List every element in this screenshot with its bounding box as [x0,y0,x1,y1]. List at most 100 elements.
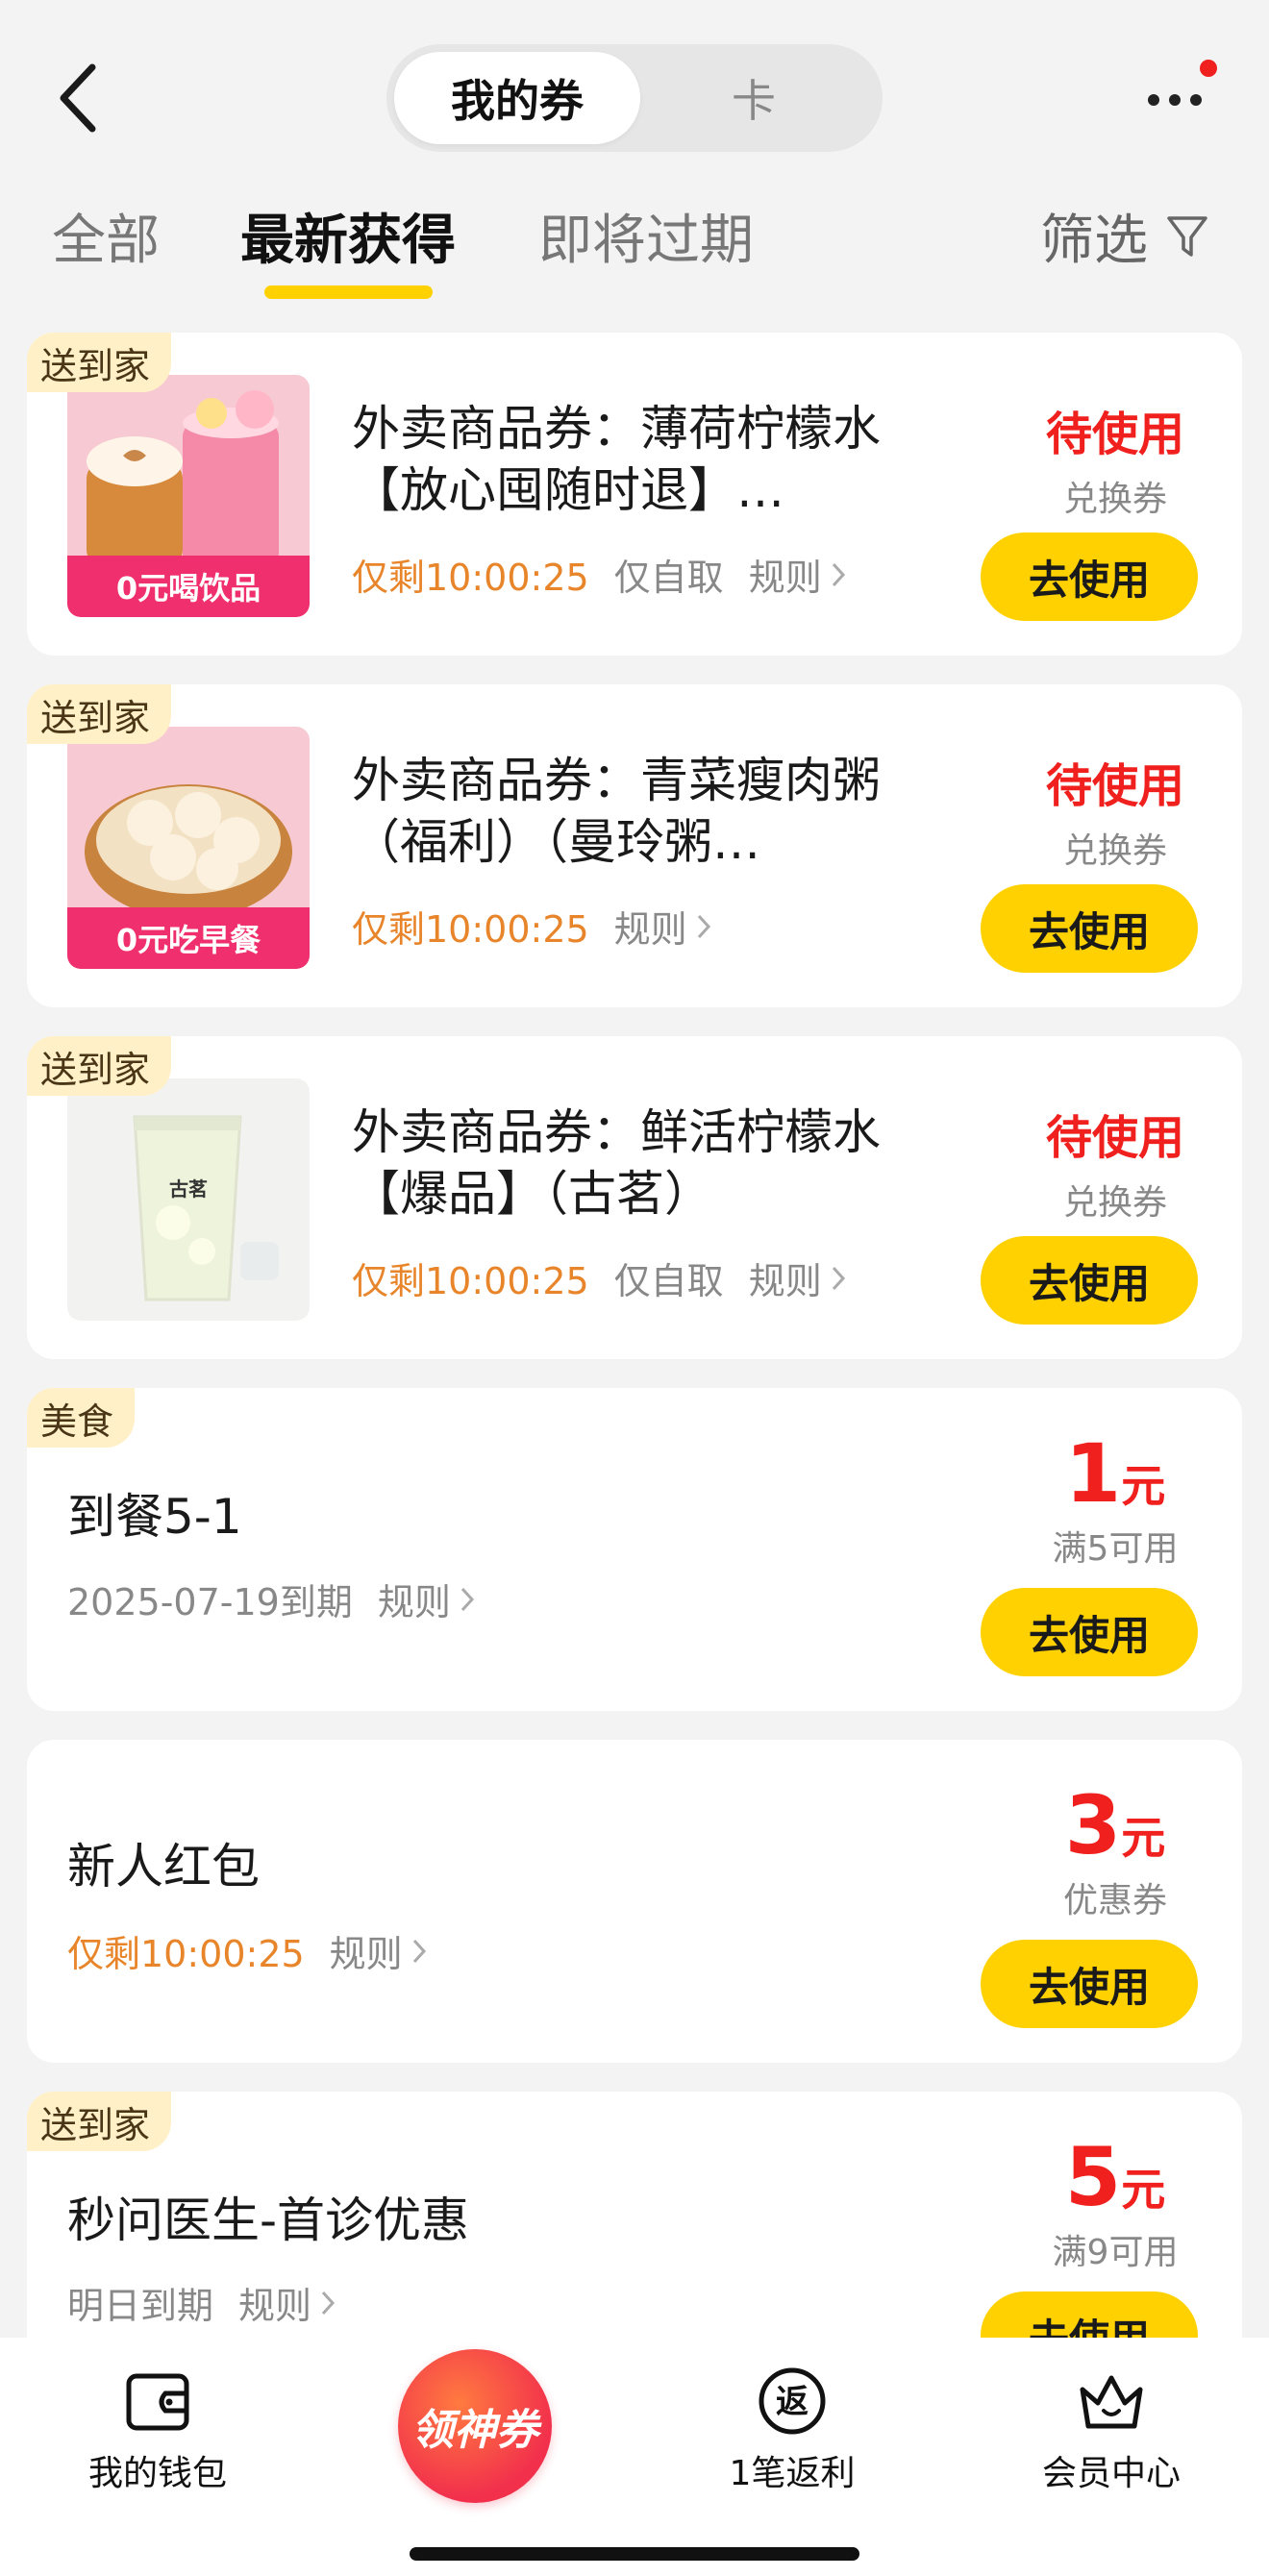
nav-rebate[interactable]: 返 1笔返利 [677,2363,908,2495]
category-tag: 送到家 [27,333,172,392]
pickup-text: 仅自取 [613,557,724,599]
status-text: 待使用 [1045,759,1184,813]
coupon-type: 兑换券 [1062,1183,1167,1223]
coupon-meta: 仅剩10:00:25 规则 [67,1924,428,1977]
status-text: 待使用 [1045,408,1184,461]
use-button[interactable]: 去使用 [981,533,1198,621]
coupon-threshold: 满5可用 [1052,1529,1179,1569]
chevron-right-icon [412,1939,426,1963]
coupon-card[interactable]: 送到家 0元吃早餐 外卖商品券：青菜瘦肉粥（福利）（曼玲粥… 仅剩10:00:2… [27,684,1242,1007]
filter-tabs: 全部 最新获得 即将过期 筛选 [0,197,1269,303]
use-button[interactable]: 去使用 [981,1940,1198,2028]
countdown-text: 仅剩10:00:25 [67,1933,305,1975]
chevron-left-icon [60,63,96,133]
coupon-meta: 仅剩10:00:25 仅自取 规则 [352,1251,847,1304]
product-image-lemonade: 古茗 [67,1078,310,1321]
category-tag: 美食 [27,1388,136,1448]
rule-link[interactable]: 规则 [749,1251,847,1304]
back-button[interactable] [50,60,108,136]
coupon-card[interactable]: 送到家 古茗 外卖商品券：鲜活柠檬水【爆品】（古茗） 仅剩10:00:25 仅自… [27,1036,1242,1359]
coupon-amount: 1元 [1064,1426,1166,1521]
coupon-amount-block: 5元 满9可用 [988,2130,1242,2274]
coupon-title: 到餐5-1 [67,1489,242,1545]
coupon-card[interactable]: 新人红包 仅剩10:00:25 规则 3元 优惠券 去使用 [27,1740,1242,2063]
coupon-amount-block: 1元 满5可用 [988,1426,1242,1571]
chevron-right-icon [321,2291,336,2315]
tab-active-indicator [264,285,433,299]
coupon-amount-block: 3元 优惠券 [988,1778,1242,1922]
coupon-meta: 仅剩10:00:25 规则 [352,900,712,953]
coupon-meta: 明日到期 规则 [67,2276,336,2329]
more-dot-icon [1190,94,1202,106]
nav-wallet[interactable]: 我的钱包 [42,2363,273,2495]
coupon-card[interactable]: 送到家 0元喝饮品 外卖商品券：薄荷柠檬水【放心囤随时退】… 仅剩10:00:2… [27,333,1242,656]
nav-rebate-label: 1笔返利 [729,2454,856,2493]
home-indicator[interactable] [410,2547,859,2561]
tab-expiring[interactable]: 即将过期 [538,197,754,275]
use-button[interactable]: 去使用 [981,1236,1198,1325]
coupon-title: 外卖商品券：青菜瘦肉粥（福利）（曼玲粥… [352,753,881,870]
product-image-buns: 0元吃早餐 [67,727,310,969]
rule-link[interactable]: 规则 [378,1573,476,1625]
notification-badge [1200,60,1217,77]
rule-link[interactable]: 规则 [238,2276,336,2329]
coupon-type: 兑换券 [1062,831,1167,871]
funnel-icon [1167,215,1207,257]
countdown-text: 仅剩10:00:25 [352,908,589,951]
rule-link[interactable]: 规则 [614,900,712,953]
filter-button[interactable]: 筛选 [1040,197,1209,275]
coupon-meta: 仅剩10:00:25 仅自取 规则 [352,548,847,601]
rule-link[interactable]: 规则 [749,548,847,601]
coupon-title: 外卖商品券：薄荷柠檬水【放心囤随时退】… [352,401,881,518]
wallet-icon [126,2373,189,2431]
svg-text:古茗: 古茗 [169,1177,208,1201]
more-dot-icon [1169,94,1181,106]
chevron-right-icon [460,1587,474,1611]
product-image-drinks: 0元喝饮品 [67,375,310,617]
segment-cards[interactable]: 卡 [631,52,877,144]
chevron-right-icon [832,562,845,586]
use-button[interactable]: 去使用 [981,1588,1198,1676]
category-tag: 送到家 [27,684,172,744]
coupon-type: 兑换券 [1062,480,1167,519]
bottom-nav: 我的钱包 领神券 返 1笔返利 会员中心 [0,2338,1269,2576]
nav-wallet-label: 我的钱包 [87,2454,227,2493]
countdown-text: 仅剩10:00:25 [352,557,589,599]
coupon-amount: 5元 [1064,2130,1166,2224]
header: 我的券 卡 全部 最新获得 即将过期 筛选 [0,0,1269,312]
coupon-title: 新人红包 [67,1839,260,1895]
nav-member-center[interactable]: 会员中心 [996,2363,1227,2495]
expiry-text: 明日到期 [67,2285,214,2327]
segment-my-coupons[interactable]: 我的券 [394,52,640,144]
pickup-text: 仅自取 [613,1260,724,1302]
chevron-right-icon [832,1266,845,1290]
category-tag: 送到家 [27,1036,172,1096]
category-tag: 送到家 [27,2092,172,2151]
nav-member-label: 会员中心 [1041,2454,1181,2493]
chevron-right-icon [697,914,710,938]
thumb-banner: 0元吃早餐 [67,907,310,969]
claim-coupons-button[interactable]: 领神券 [398,2349,552,2503]
coupon-meta: 2025-07-19到期 规则 [67,1573,476,1625]
rule-link[interactable]: 规则 [330,1924,428,1977]
tab-all[interactable]: 全部 [52,197,160,275]
more-button[interactable] [1142,58,1219,135]
coupon-title: 秒问医生-首诊优惠 [67,2192,470,2248]
rebate-icon: 返 [759,2367,826,2435]
expiry-text: 2025-07-19到期 [67,1581,353,1623]
coupon-status-block: 待使用 兑换券 [988,748,1242,873]
tab-newest[interactable]: 最新获得 [240,197,456,275]
crown-icon [1080,2375,1143,2429]
coupon-status-block: 待使用 兑换券 [988,396,1242,521]
coupon-title: 外卖商品券：鲜活柠檬水【爆品】（古茗） [352,1104,881,1222]
segment-control: 我的券 卡 [386,44,883,152]
status-text: 待使用 [1045,1111,1184,1165]
coupon-amount: 3元 [1064,1778,1166,1872]
svg-text:返: 返 [776,2383,809,2421]
countdown-text: 仅剩10:00:25 [352,1260,589,1302]
use-button[interactable]: 去使用 [981,884,1198,973]
coupon-type: 优惠券 [1062,1881,1167,1920]
coupon-threshold: 满9可用 [1052,2233,1179,2272]
filter-label: 筛选 [1040,210,1148,272]
coupon-card[interactable]: 美食 到餐5-1 2025-07-19到期 规则 1元 满5可用 去使用 [27,1388,1242,1711]
